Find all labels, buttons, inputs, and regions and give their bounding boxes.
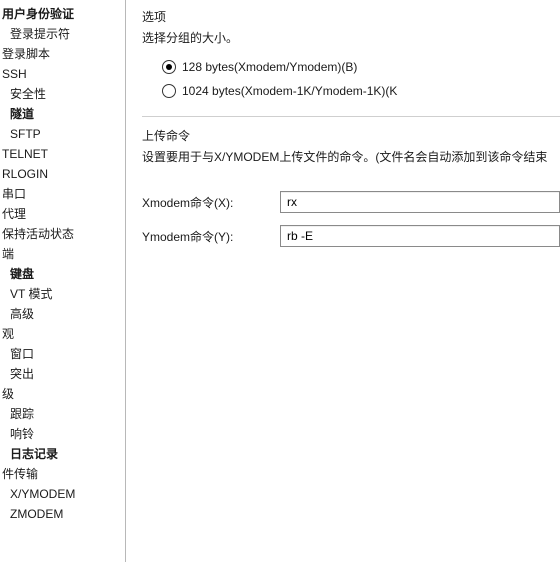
options-section-title: 选项 — [142, 8, 560, 25]
tree-item[interactable]: 串口 — [2, 184, 123, 204]
tree-item[interactable]: 高级 — [2, 304, 123, 324]
tree-item[interactable]: SSH — [2, 64, 123, 84]
packet-size-radio[interactable]: 1024 bytes(Xmodem-1K/Ymodem-1K)(K — [162, 84, 560, 98]
settings-tree[interactable]: 用户身份验证登录提示符登录脚本SSH安全性隧道SFTPTELNETRLOGIN串… — [0, 0, 126, 562]
tree-item[interactable]: VT 模式 — [2, 284, 123, 304]
tree-item[interactable]: 件传输 — [2, 464, 123, 484]
tree-item[interactable]: TELNET — [2, 144, 123, 164]
section-divider — [142, 116, 560, 117]
upload-section-desc: 设置要用于与X/YMODEM上传文件的命令。(文件名会自动添加到该命令结束 — [142, 148, 560, 165]
tree-item[interactable]: 端 — [2, 244, 123, 264]
tree-item[interactable]: 级 — [2, 384, 123, 404]
main-panel: 选项 选择分组的大小。 128 bytes(Xmodem/Ymodem)(B)1… — [126, 0, 560, 562]
radio-label: 1024 bytes(Xmodem-1K/Ymodem-1K)(K — [182, 84, 397, 98]
tree-item[interactable]: 观 — [2, 324, 123, 344]
tree-item[interactable]: 保持活动状态 — [2, 224, 123, 244]
tree-item[interactable]: 响铃 — [2, 424, 123, 444]
packet-size-radio[interactable]: 128 bytes(Xmodem/Ymodem)(B) — [162, 60, 560, 74]
tree-item[interactable]: 登录脚本 — [2, 44, 123, 64]
tree-item[interactable]: ZMODEM — [2, 504, 123, 524]
xmodem-command-label: Xmodem命令(X): — [142, 194, 280, 211]
packet-size-radio-group: 128 bytes(Xmodem/Ymodem)(B) 1024 bytes(Xm… — [162, 60, 560, 98]
tree-item[interactable]: 代理 — [2, 204, 123, 224]
tree-item[interactable]: 登录提示符 — [2, 24, 123, 44]
tree-item[interactable]: 窗口 — [2, 344, 123, 364]
tree-item[interactable]: 用户身份验证 — [2, 4, 123, 24]
ymodem-command-label: Ymodem命令(Y): — [142, 228, 280, 245]
radio-label: 128 bytes(Xmodem/Ymodem)(B) — [182, 60, 357, 74]
upload-section-title: 上传命令 — [142, 127, 560, 144]
tree-item[interactable]: 隧道 — [2, 104, 123, 124]
tree-item[interactable]: 日志记录 — [2, 444, 123, 464]
tree-item[interactable]: RLOGIN — [2, 164, 123, 184]
tree-item[interactable]: 突出 — [2, 364, 123, 384]
tree-item[interactable]: X/YMODEM — [2, 484, 123, 504]
tree-item[interactable]: SFTP — [2, 124, 123, 144]
tree-item[interactable]: 跟踪 — [2, 404, 123, 424]
radio-icon[interactable] — [162, 60, 176, 74]
ymodem-command-input[interactable] — [280, 225, 560, 247]
tree-item[interactable]: 键盘 — [2, 264, 123, 284]
xmodem-command-input[interactable] — [280, 191, 560, 213]
tree-item[interactable]: 安全性 — [2, 84, 123, 104]
options-section-desc: 选择分组的大小。 — [142, 29, 560, 46]
radio-icon[interactable] — [162, 84, 176, 98]
